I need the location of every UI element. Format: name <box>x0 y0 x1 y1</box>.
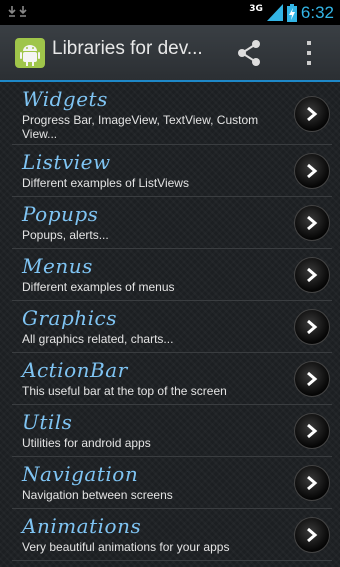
item-title: Menus <box>22 254 93 278</box>
list-item-listview[interactable]: Listview Different examples of ListViews <box>12 145 332 197</box>
list-item-menus[interactable]: Menus Different examples of menus <box>12 249 332 301</box>
library-list[interactable]: Widgets Progress Bar, ImageView, TextVie… <box>0 82 340 567</box>
item-title: Utils <box>22 410 73 434</box>
item-title: ActionBar <box>22 358 128 382</box>
list-item-graphics[interactable]: Graphics All graphics related, charts... <box>12 301 332 353</box>
item-subtitle: Popups, alerts... <box>22 228 109 242</box>
chevron-right-icon[interactable] <box>294 413 330 449</box>
item-subtitle: Navigation between screens <box>22 488 173 502</box>
item-subtitle: Different examples of ListViews <box>22 176 189 190</box>
chevron-right-icon[interactable] <box>294 205 330 241</box>
share-icon[interactable] <box>234 38 264 68</box>
app-title: Libraries for dev... <box>52 38 203 59</box>
item-title: Widgets <box>22 87 108 111</box>
list-item-utils[interactable]: Utils Utilities for android apps <box>12 405 332 457</box>
status-icons: 3G 6:32 <box>249 2 334 23</box>
item-subtitle: Very beautiful animations for your apps <box>22 540 230 554</box>
action-bar: Libraries for dev... <box>0 25 340 82</box>
item-title: Animations <box>22 514 142 538</box>
item-title: Navigation <box>22 462 139 486</box>
download-icon <box>8 6 27 17</box>
signal-icon <box>266 4 283 21</box>
chevron-right-icon[interactable] <box>294 153 330 189</box>
list-item-actionbar[interactable]: ActionBar This useful bar at the top of … <box>12 353 332 405</box>
clock: 6:32 <box>300 2 334 22</box>
item-subtitle: All graphics related, charts... <box>22 332 174 346</box>
list-item-popups[interactable]: Popups Popups, alerts... <box>12 197 332 249</box>
android-app-icon[interactable] <box>14 37 46 69</box>
list-item-navigation[interactable]: Navigation Navigation between screens <box>12 457 332 509</box>
network-type: 3G <box>249 3 263 14</box>
list-item-widgets[interactable]: Widgets Progress Bar, ImageView, TextVie… <box>12 82 332 145</box>
item-subtitle: Progress Bar, ImageView, TextView, Custo… <box>22 113 259 141</box>
battery-charging-icon <box>286 3 297 22</box>
chevron-right-icon[interactable] <box>294 309 330 345</box>
list-item-animations[interactable]: Animations Very beautiful animations for… <box>12 509 332 561</box>
item-title: Graphics <box>22 306 118 330</box>
item-subtitle: This useful bar at the top of the screen <box>22 384 227 398</box>
chevron-right-icon[interactable] <box>294 96 330 132</box>
chevron-right-icon[interactable] <box>294 361 330 397</box>
chevron-right-icon[interactable] <box>294 465 330 501</box>
chevron-right-icon[interactable] <box>294 517 330 553</box>
item-subtitle: Utilities for android apps <box>22 436 151 450</box>
item-title: Popups <box>22 202 99 226</box>
item-subtitle: Different examples of menus <box>22 280 175 294</box>
overflow-menu-icon[interactable] <box>304 39 314 67</box>
status-bar: 3G 6:32 <box>0 0 340 25</box>
item-title: Listview <box>22 150 111 174</box>
chevron-right-icon[interactable] <box>294 257 330 293</box>
